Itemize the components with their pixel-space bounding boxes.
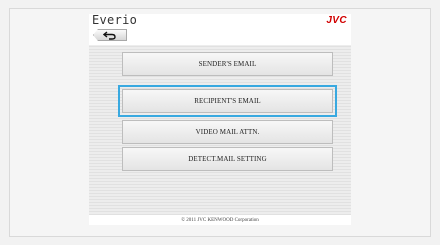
recipient-email-button[interactable]: RECIPIENT'S EMAIL bbox=[118, 85, 337, 117]
back-button[interactable] bbox=[93, 29, 127, 41]
detect-mail-setting-button[interactable]: DETECT.MAIL SETTING bbox=[122, 147, 333, 171]
sender-email-button[interactable]: SENDER'S EMAIL bbox=[122, 52, 333, 76]
video-mail-attn-button[interactable]: VIDEO MAIL ATTN. bbox=[122, 120, 333, 144]
jvc-logo: JVC bbox=[326, 15, 347, 26]
menu-panel: SENDER'S EMAIL RECIPIENT'S EMAIL VIDEO M… bbox=[89, 45, 351, 215]
copyright-footer: © 2011 JVC KENWOOD Corporation bbox=[89, 215, 351, 225]
app-title: Everio bbox=[92, 14, 138, 27]
camera-screen: Everio JVC SENDER'S EMAIL RECIPIENT'S EM… bbox=[89, 14, 351, 225]
return-arrow-icon bbox=[103, 30, 116, 40]
title-bar: Everio JVC bbox=[89, 14, 351, 26]
